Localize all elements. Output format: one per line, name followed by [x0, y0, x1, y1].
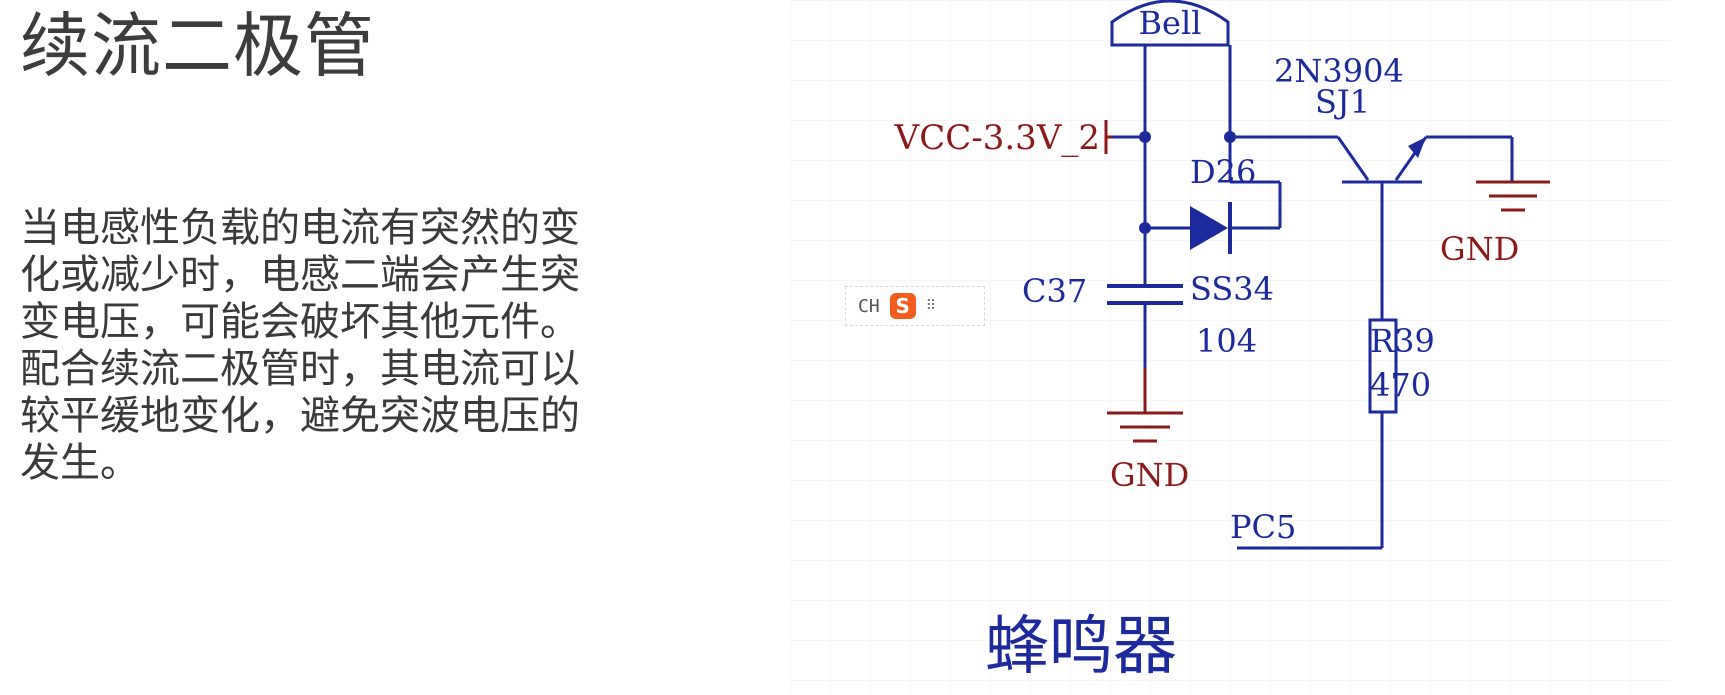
bell-label: Bell	[1139, 4, 1202, 42]
sogou-logo-icon[interactable]: S	[889, 293, 916, 319]
pc5-label: PC5	[1230, 508, 1296, 546]
diode-part-label: SS34	[1190, 270, 1274, 308]
gnd-left-label: GND	[1110, 456, 1189, 494]
buzzer-schematic: Bell 2N3904 SJ1 VCC-3.3V_2 D26 SS34 C37 …	[790, 0, 1670, 695]
slide-body: 当电感性负载的电流有突然的变 化或减少时，电感二端会产生突 变电压，可能会破坏其…	[20, 205, 660, 487]
gnd-right-label: GND	[1440, 230, 1519, 268]
ime-mode-toggle[interactable]: CH	[858, 296, 880, 317]
cap-value-label: 104	[1196, 322, 1257, 360]
schematic-caption: 蜂鸣器	[985, 610, 1177, 684]
body-line: 配合续流二极管时，其电流可以	[20, 346, 580, 392]
ime-toolbar[interactable]: CH S ⠿	[845, 286, 985, 326]
body-line: 发生。	[20, 440, 140, 486]
resistor-ref-label: R39	[1370, 322, 1435, 360]
transistor-ref-label: SJ1	[1315, 83, 1370, 121]
body-line: 较平缓地变化，避免突波电压的	[20, 393, 580, 439]
slide-title: 续流二极管	[20, 5, 375, 87]
body-line: 化或减少时，电感二端会产生突	[20, 252, 580, 298]
resistor-value-label: 470	[1370, 366, 1431, 404]
body-line: 当电感性负载的电流有突然的变	[20, 205, 580, 251]
cap-ref-label: C37	[1022, 272, 1087, 310]
ime-more-icon[interactable]: ⠿	[926, 299, 936, 313]
body-line: 变电压，可能会破坏其他元件。	[20, 299, 580, 345]
vcc-label: VCC-3.3V_2	[894, 118, 1100, 158]
diode-ref-label: D26	[1190, 153, 1256, 191]
